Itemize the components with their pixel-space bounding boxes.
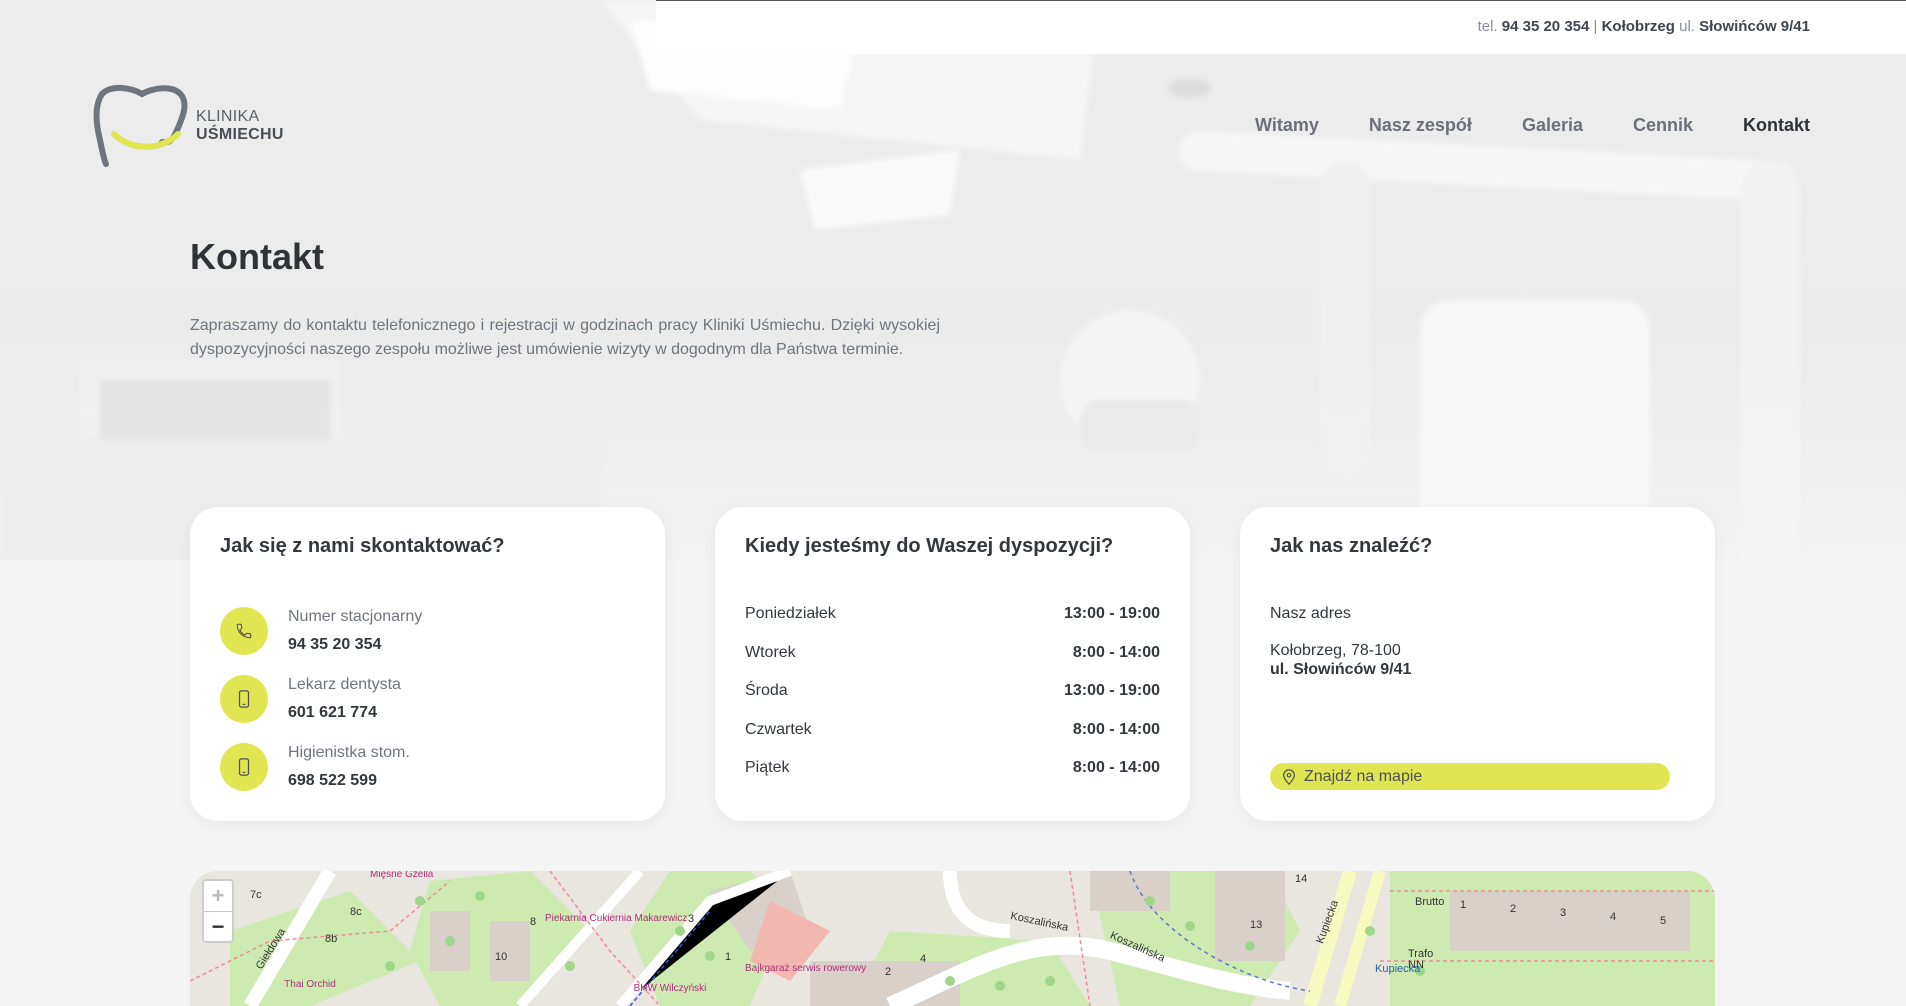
contact-card-title: Jak się z nami skontaktować? [220, 535, 505, 557]
poi-bajkgaraz[interactable]: Bajkgaraż serwis rowerowy [745, 963, 866, 974]
poi-label: Brutto [1415, 896, 1445, 908]
house-number: 8b [325, 933, 338, 945]
phone-number[interactable]: 698 522 599 [288, 772, 377, 790]
intro-text: Zapraszamy do kontaktu telefonicznego i … [190, 317, 940, 358]
poi-label: Trafo NN [1408, 948, 1434, 971]
house-number: 10 [495, 951, 508, 963]
zoom-in-button[interactable]: + [204, 881, 232, 912]
address-card: Jak nas znaleźć? Nasz adres Kołobrzeg, 7… [1240, 507, 1715, 821]
mobile-icon [220, 675, 268, 723]
house-number: 13 [1250, 919, 1263, 931]
time: 8:00 - 14:00 [1072, 643, 1160, 661]
day: Wtorek [745, 643, 796, 661]
separator: | [1589, 18, 1602, 35]
house-number: 3 [688, 913, 695, 925]
house-number: 8 [530, 916, 537, 928]
find-on-map-label: Znajdź na mapie [1304, 767, 1423, 785]
map-zoom-control: + − [202, 879, 234, 943]
top-city: Kołobrzeg [1601, 18, 1675, 35]
mobile-icon [220, 743, 268, 791]
hours-row: Piątek 8:00 - 14:00 [745, 759, 1160, 798]
main-nav: Witamy Nasz zespół Galeria Cennik Kontak… [1255, 115, 1810, 136]
tel-prefix: tel. [1477, 18, 1502, 35]
house-number: 1 [1460, 899, 1467, 911]
nav-nasz-zespol[interactable]: Nasz zespół [1369, 115, 1472, 136]
time: 13:00 - 19:00 [1063, 682, 1160, 700]
hours-table: Poniedziałek 13:00 - 19:00 Wtorek 8:00 - 1… [745, 605, 1160, 798]
logo-text: KLINIKA UŚMIECHU [196, 108, 284, 144]
top-phone-link[interactable]: 94 35 20 354 [1502, 18, 1590, 35]
phone-label: Lekarz dentysta [288, 676, 401, 693]
house-number: 14 [1295, 873, 1308, 885]
hours-row: Wtorek 8:00 - 14:00 [745, 644, 1160, 683]
house-number: 2 [1510, 903, 1517, 915]
nav-galeria[interactable]: Galeria [1522, 115, 1583, 136]
house-number: 4 [920, 953, 927, 965]
hours-row: Czwartek 8:00 - 14:00 [745, 721, 1160, 760]
tooth-logo-icon [93, 85, 188, 167]
house-number: 5 [1660, 915, 1667, 927]
poi-piekarnia[interactable]: Piekarnia Cukiernia Makarewicz [545, 913, 687, 924]
day: Poniedziałek [745, 605, 836, 622]
phone-icon [220, 607, 268, 655]
nav-witamy[interactable]: Witamy [1255, 115, 1319, 136]
zoom-out-button[interactable]: − [204, 912, 232, 942]
nav-kontakt[interactable]: Kontakt [1743, 115, 1810, 136]
day: Czwartek [745, 720, 812, 738]
location-pin-icon [1283, 768, 1295, 785]
phone-label: Higienistka stom. [288, 744, 410, 761]
day: Piątek [745, 759, 790, 777]
house-number: 8c [350, 906, 362, 918]
address-card-title: Jak nas znaleźć? [1270, 535, 1433, 557]
logo-line2: UŚMIECHU [196, 126, 284, 143]
house-number: 2 [885, 966, 892, 978]
hours-card: Kiedy jesteśmy do Waszej dyspozycji? Pon… [715, 507, 1190, 821]
hours-card-title: Kiedy jesteśmy do Waszej dyspozycji? [745, 535, 1114, 557]
time: 13:00 - 19:00 [1063, 605, 1160, 622]
logo-line1: KLINIKA [196, 108, 260, 125]
hours-row: Poniedziałek 13:00 - 19:00 [745, 605, 1160, 644]
time: 8:00 - 14:00 [1072, 759, 1160, 777]
map[interactable]: + − Koszalińska Koszalińska Giełdowa Kup… [190, 871, 1715, 1006]
house-number: 1 [725, 951, 732, 963]
top-contact-info: tel. 94 35 20 354 | Kołobrzeg ul. Słowiń… [1478, 18, 1810, 35]
map-tiles [190, 871, 1715, 1006]
hours-row: Środa 13:00 - 19:00 [745, 682, 1160, 721]
house-number: 7c [250, 889, 262, 901]
poi-bhw[interactable]: BHW Wilczyński [630, 983, 710, 994]
time: 8:00 - 14:00 [1072, 720, 1160, 738]
address-street: ul. Słowińców 9/41 [1270, 661, 1412, 678]
top-info-bar: tel. 94 35 20 354 | Kołobrzeg ul. Słowiń… [656, 0, 1906, 54]
phone-label: Numer stacjonarny [288, 608, 423, 625]
page-title: Kontakt [190, 236, 324, 277]
address-label: Nasz adres [1270, 605, 1351, 622]
phone-number[interactable]: 94 35 20 354 [288, 636, 381, 654]
contact-card: Jak się z nami skontaktować? Numer stacj… [190, 507, 665, 821]
house-number: 4 [1610, 911, 1617, 923]
address-city: Kołobrzeg, 78-100 [1270, 642, 1401, 659]
house-number: 3 [1560, 907, 1567, 919]
phone-number[interactable]: 601 621 774 [288, 704, 377, 722]
poi-thai-orchid[interactable]: Thai Orchid [275, 979, 345, 990]
nav-cennik[interactable]: Cennik [1633, 115, 1693, 136]
find-on-map-button[interactable]: Znajdź na mapie [1270, 763, 1670, 790]
top-street: Słowińców 9/41 [1699, 18, 1810, 35]
day: Środa [745, 682, 788, 700]
logo[interactable]: KLINIKA UŚMIECHU [92, 84, 292, 168]
street-prefix: ul. [1674, 18, 1700, 35]
poi-miesne[interactable]: Mięsne Gzella [370, 871, 433, 880]
